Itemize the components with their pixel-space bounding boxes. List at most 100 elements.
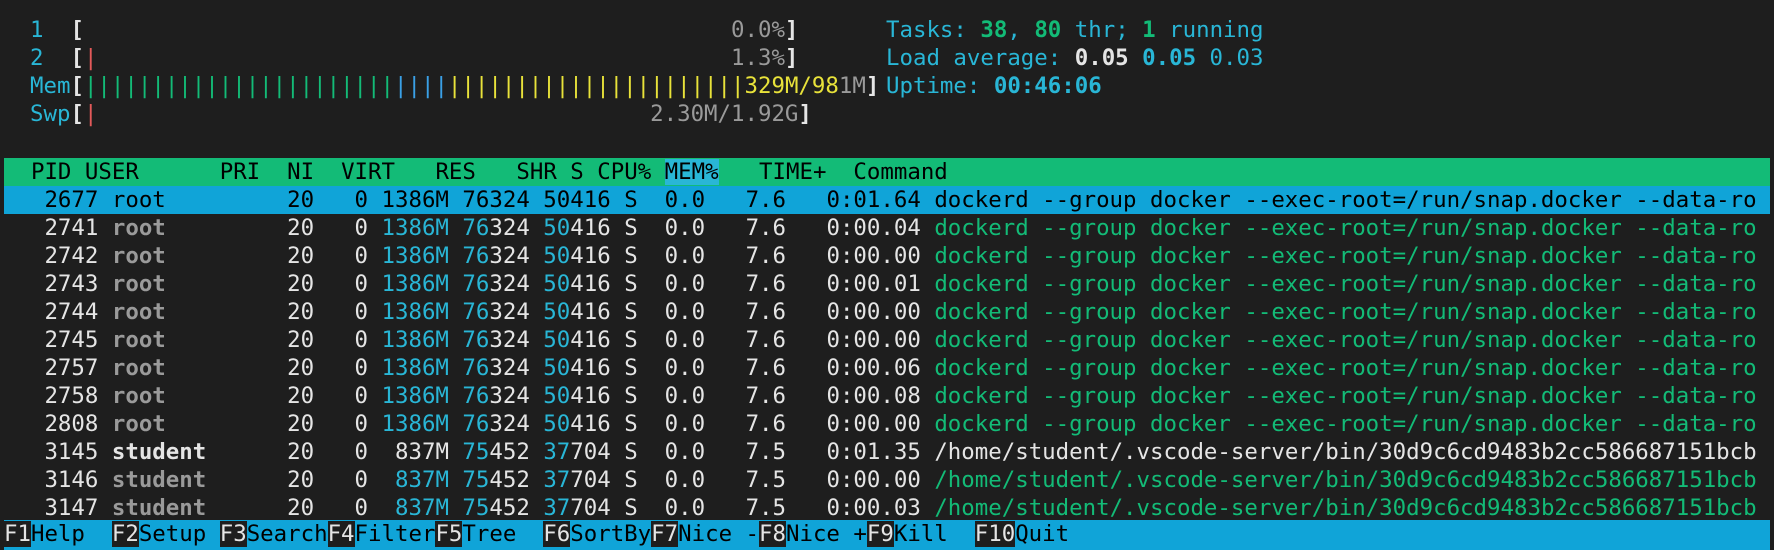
col-cpu[interactable]: CPU% — [597, 159, 651, 185]
process-row[interactable]: 2741 root 20 0 1386M 76324 50416 S 0.0 7… — [4, 214, 1770, 242]
process-mem: 7.6 — [745, 187, 787, 213]
fkey-f4[interactable]: F4 — [327, 521, 355, 547]
process-pid: 2745 — [44, 327, 99, 353]
fkey-f8[interactable]: F8 — [759, 521, 786, 547]
process-row[interactable]: 2758 root 20 0 1386M 76324 50416 S 0.0 7… — [4, 382, 1770, 410]
load-5min: 0.05 — [1142, 45, 1197, 71]
process-row[interactable]: 2677 root 20 0 1386M 76324 50416 S 0.0 7… — [4, 186, 1770, 214]
process-user: root — [111, 383, 166, 409]
process-res-kb: 324 — [489, 271, 530, 297]
fkey-f5-label[interactable]: Tree — [462, 521, 544, 547]
process-res-kb: 324 — [489, 327, 530, 353]
fkey-f6-label[interactable]: SortBy — [570, 521, 652, 547]
load-average-line: Load average: 0.05 0.05 0.03 — [886, 44, 1264, 72]
fkey-f10-label[interactable]: Quit — [1015, 521, 1070, 547]
process-ni: 0 — [354, 467, 369, 493]
cpu2-bar: | — [83, 45, 98, 71]
process-virt: 1386M — [381, 243, 449, 269]
fkey-f1[interactable]: F1 — [4, 521, 31, 547]
process-shr-kb: 416 — [570, 299, 611, 325]
col-command[interactable]: Command — [853, 159, 947, 185]
process-res-mb: 76 — [462, 411, 490, 437]
mem-label: Mem — [30, 73, 71, 99]
process-pid: 2808 — [44, 411, 99, 437]
fkey-f1-label[interactable]: Help — [30, 521, 112, 547]
process-mem: 7.6 — [745, 383, 787, 409]
process-row[interactable]: 3147 student 20 0 837M 75452 37704 S 0.0… — [4, 494, 1770, 522]
col-virt[interactable]: VIRT — [341, 159, 395, 185]
process-command: /home/student/.vscode-server/bin/30d9c6c… — [934, 467, 1757, 493]
col-pid[interactable]: PID — [31, 159, 71, 185]
col-shr[interactable]: SHR — [516, 159, 556, 185]
process-command: dockerd --group docker --exec-root=/run/… — [934, 243, 1757, 269]
process-cpu: 0.0 — [664, 299, 706, 325]
process-ni: 0 — [354, 355, 369, 381]
process-shr-mb: 50 — [543, 187, 571, 213]
process-state: S — [624, 439, 638, 465]
process-row[interactable]: 2742 root 20 0 1386M 76324 50416 S 0.0 7… — [4, 242, 1770, 270]
fkey-f9[interactable]: F9 — [866, 521, 894, 547]
process-command: /home/student/.vscode-server/bin/30d9c6c… — [934, 439, 1757, 465]
mem-value-used: 329M/98 — [744, 73, 839, 99]
process-pid: 3146 — [44, 467, 99, 493]
fkey-f3-label[interactable]: Search — [246, 521, 328, 547]
col-pri[interactable]: PRI — [220, 159, 260, 185]
process-res-kb: 324 — [489, 355, 530, 381]
process-pid: 3145 — [44, 439, 99, 465]
swp-label: Swp — [30, 101, 71, 127]
process-row[interactable]: 2745 root 20 0 1386M 76324 50416 S 0.0 7… — [4, 326, 1770, 354]
fkey-f3[interactable]: F3 — [219, 521, 247, 547]
process-list: 2677 root 20 0 1386M 76324 50416 S 0.0 7… — [4, 186, 1770, 522]
col-user[interactable]: USER — [85, 159, 139, 185]
process-row[interactable]: 3146 student 20 0 837M 75452 37704 S 0.0… — [4, 466, 1770, 494]
process-state: S — [624, 327, 638, 353]
process-row[interactable]: 3145 student 20 0 837M 75452 37704 S 0.0… — [4, 438, 1770, 466]
process-user: root — [111, 355, 166, 381]
process-mem: 7.6 — [745, 355, 787, 381]
fkey-f7[interactable]: F7 — [651, 521, 679, 547]
fkey-f7-label[interactable]: Nice - — [678, 521, 760, 547]
fkey-f6[interactable]: F6 — [543, 521, 571, 547]
process-shr-mb: 50 — [543, 299, 571, 325]
process-command: dockerd --group docker --exec-root=/run/… — [934, 383, 1757, 409]
fkey-f10[interactable]: F10 — [974, 521, 1016, 547]
process-mem: 7.5 — [745, 439, 787, 465]
col-state[interactable]: S — [570, 159, 583, 185]
meters-panel: 1 [ 0.0%] 2 [| 1.3%] Mem[|||||||||||||||… — [30, 16, 879, 128]
col-mem-sorted[interactable]: MEM% — [664, 159, 719, 185]
process-time: 0:00.00 — [799, 299, 921, 325]
fkey-f9-label[interactable]: Kill — [893, 521, 975, 547]
fkey-f2[interactable]: F2 — [111, 521, 139, 547]
process-pri: 20 — [287, 355, 315, 381]
process-shr-kb: 416 — [570, 271, 611, 297]
process-user: root — [111, 271, 166, 297]
fkey-f5[interactable]: F5 — [435, 521, 463, 547]
fkey-f4-label[interactable]: Filter — [354, 521, 436, 547]
process-shr-mb: 50 — [543, 355, 571, 381]
process-shr-mb: 37 — [543, 467, 571, 493]
process-row[interactable]: 2744 root 20 0 1386M 76324 50416 S 0.0 7… — [4, 298, 1770, 326]
fkey-f2-label[interactable]: Setup — [138, 521, 220, 547]
process-shr-kb: 416 — [570, 187, 611, 213]
process-virt: 1386M — [381, 355, 449, 381]
process-mem: 7.6 — [745, 215, 787, 241]
process-virt: 837M — [395, 495, 449, 521]
process-cpu: 0.0 — [664, 383, 706, 409]
process-row[interactable]: 2743 root 20 0 1386M 76324 50416 S 0.0 7… — [4, 270, 1770, 298]
col-time[interactable]: TIME+ — [759, 159, 826, 185]
process-shr-mb: 37 — [543, 439, 571, 465]
process-row[interactable]: 2757 root 20 0 1386M 76324 50416 S 0.0 7… — [4, 354, 1770, 382]
process-virt: 1386M — [381, 215, 449, 241]
process-state: S — [624, 299, 638, 325]
process-cpu: 0.0 — [664, 271, 706, 297]
process-row[interactable]: 2808 root 20 0 1386M 76324 50416 S 0.0 7… — [4, 410, 1770, 438]
process-ni: 0 — [354, 271, 369, 297]
process-res-mb: 76 — [462, 271, 490, 297]
col-ni[interactable]: NI — [287, 159, 314, 185]
process-cpu: 0.0 — [664, 439, 706, 465]
process-shr-kb: 704 — [570, 495, 611, 521]
process-pid: 2741 — [44, 215, 99, 241]
fkey-f8-label[interactable]: Nice + — [785, 521, 867, 547]
col-res[interactable]: RES — [435, 159, 475, 185]
process-pid: 2743 — [44, 271, 99, 297]
